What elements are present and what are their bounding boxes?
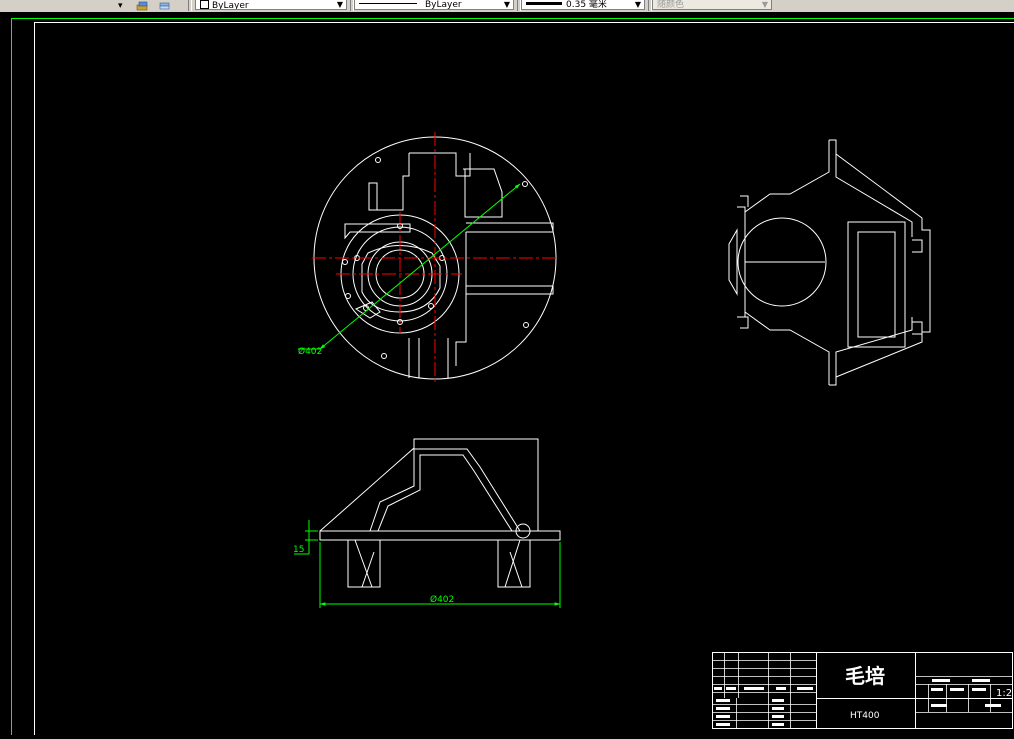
lineweight-sample-icon [526,2,562,5]
side-inner-walls [836,154,912,377]
side-cavity-inner [858,232,895,337]
side-outer-profile [829,140,930,385]
diameter-dimension-line [320,184,520,349]
plotstyle-control-combo: 随颜色 ▼ [652,0,772,10]
diameter-dimension-text: Ø402 [298,346,322,357]
side-right-lugs [912,240,922,334]
bolt-hole [382,354,387,359]
sheet-outer-frame [12,19,1014,736]
bolt-hole [523,182,528,187]
bolt-hole [346,294,351,299]
front-diameter-dimension: Ø402 [298,184,520,357]
top-inner-contour [370,449,520,531]
drawing-canvas[interactable]: Ø402 Ø402 15 [0,12,1014,735]
upper-pocket-outline [369,153,409,210]
side-upper-edge [745,140,829,222]
right-rib-top [466,223,553,232]
bolt-hole [343,260,348,265]
front-view-centerlines [312,132,557,384]
top-view-dimensions [294,520,560,608]
right-rib-bottom [466,286,553,294]
drawing-svg[interactable]: Ø402 Ø402 15 [0,12,1014,735]
top-outer-silhouette [320,439,538,531]
lineweight-control-value: 0.35 毫米 [566,0,607,10]
side-cavity-outline [848,222,905,347]
dropdown-arrow-icon[interactable]: ▾ [118,0,130,11]
chevron-down-icon[interactable]: ▼ [633,0,643,9]
title-material: HT400 [850,711,880,721]
bottom-ribs [409,338,448,378]
title-part-name: 毛培 [845,664,885,688]
linetype-control-combo[interactable]: ByLayer ▼ [354,0,514,10]
color-control-value: ByLayer [212,1,249,10]
title-scale: 1:2 [996,688,1012,699]
toolbar-separator [188,0,192,11]
color-swatch-icon [200,0,209,9]
chevron-down-icon: ▼ [760,0,770,9]
top-boss-outline [409,153,470,176]
base-feet [348,540,530,587]
color-control-combo[interactable]: ByLayer ▼ [195,0,347,10]
bolt-hole [376,158,381,163]
layer-previous-icon[interactable] [158,0,172,11]
right-inner-wall [456,232,466,366]
lineweight-control-combo[interactable]: 0.35 毫米 ▼ [521,0,645,10]
base-flange [320,531,560,540]
layer-states-icon[interactable] [136,0,150,11]
side-lower-edge [745,302,829,385]
plotstyle-control-value: 随颜色 [657,0,684,10]
bottom-diameter-dimension-text: Ø402 [430,594,454,605]
bolt-hole [429,304,434,309]
side-left-boss [729,230,737,294]
sheet-inner-frame [35,23,1014,736]
thickness-dimension-text: 15 [293,545,304,555]
side-view [729,140,930,385]
bolt-hole [524,323,529,328]
linetype-sample-icon [359,3,417,4]
top-view [320,439,560,587]
chevron-down-icon[interactable]: ▼ [502,0,512,9]
linetype-control-value: ByLayer [425,0,462,10]
chevron-down-icon[interactable]: ▼ [335,0,345,9]
